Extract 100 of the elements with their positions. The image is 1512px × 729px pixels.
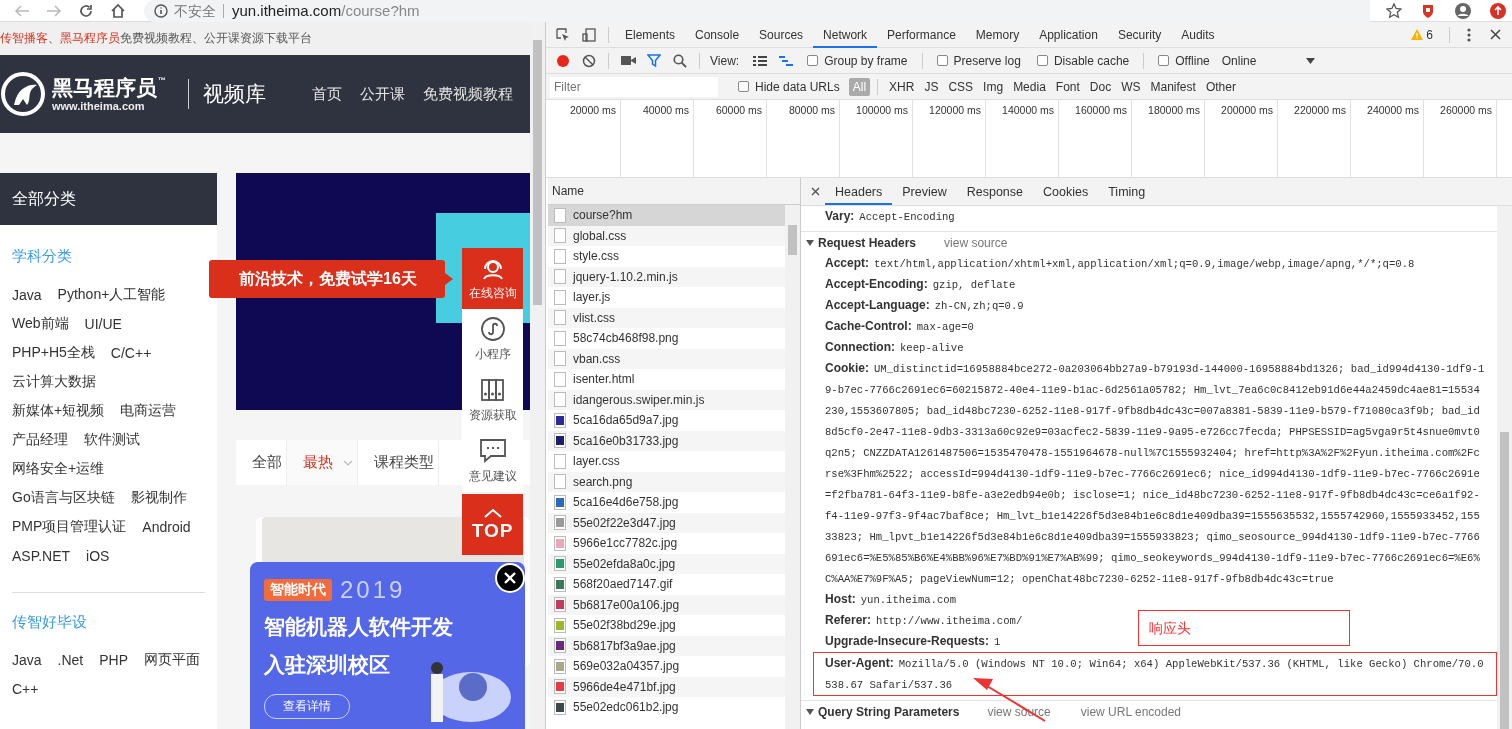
category-link[interactable]: PHP+H5全栈 bbox=[12, 343, 95, 362]
category-link[interactable]: Python+人工智能 bbox=[57, 285, 166, 304]
checkbox-label[interactable]: Offline bbox=[1175, 53, 1210, 68]
throttle-select[interactable]: Online bbox=[1221, 53, 1257, 68]
type-filter-button[interactable]: Doc bbox=[1085, 77, 1116, 96]
checkbox-label[interactable]: Group by frame bbox=[824, 53, 908, 68]
type-filter-button[interactable]: Img bbox=[979, 77, 1008, 96]
nav-link[interactable]: 免费视频教程 bbox=[423, 84, 513, 104]
checkbox-label[interactable]: Preserve log bbox=[953, 53, 1021, 68]
section-link[interactable]: view URL encoded bbox=[1080, 704, 1182, 719]
request-row[interactable]: 5ca16da65d9a7.jpg bbox=[548, 410, 785, 431]
type-filter-button[interactable]: Media bbox=[1009, 77, 1050, 96]
devtools-tab[interactable]: Console bbox=[685, 22, 750, 48]
section-title[interactable]: Query String Parameters bbox=[818, 704, 960, 719]
request-row[interactable]: global.css bbox=[548, 225, 785, 246]
category-link[interactable]: 产品经理 bbox=[12, 430, 68, 449]
extension-icon[interactable] bbox=[1420, 2, 1436, 19]
type-filter-button[interactable]: XHR bbox=[885, 77, 919, 96]
devtools-tab[interactable]: Audits bbox=[1171, 22, 1225, 48]
nav-link[interactable]: 首页 bbox=[312, 84, 342, 104]
star-icon[interactable] bbox=[1386, 2, 1402, 19]
category-link[interactable]: 网络安全+运维 bbox=[12, 459, 105, 478]
back-to-top-button[interactable]: TOP bbox=[462, 494, 523, 555]
avatar-icon[interactable] bbox=[1454, 1, 1472, 20]
category-link[interactable]: PMP项目管理认证 bbox=[12, 517, 127, 536]
category-link[interactable]: C/C++ bbox=[110, 344, 152, 361]
category-link[interactable]: 影视制作 bbox=[130, 488, 187, 507]
category-link[interactable]: Java bbox=[12, 286, 42, 303]
devtools-tab[interactable]: Security bbox=[1107, 22, 1172, 48]
category-link[interactable]: .Net bbox=[57, 651, 84, 668]
sort-tab[interactable]: 最热 bbox=[287, 440, 358, 485]
devtools-tab[interactable]: Sources bbox=[749, 22, 814, 48]
request-row[interactable]: style.css bbox=[548, 246, 785, 267]
request-row[interactable]: course?hm bbox=[548, 205, 785, 226]
category-link[interactable]: iOS bbox=[86, 547, 110, 564]
checkbox[interactable] bbox=[1158, 55, 1170, 66]
category-link[interactable]: 新媒体+短视频 bbox=[12, 401, 105, 420]
devtools-tab[interactable]: Elements bbox=[615, 22, 686, 48]
category-link[interactable]: C++ bbox=[12, 680, 39, 697]
checkbox-label[interactable]: Disable cache bbox=[1053, 53, 1130, 68]
request-row[interactable]: 569e032a04357.jpg bbox=[548, 656, 785, 677]
request-row[interactable]: 5b6817bf3a9ae.jpg bbox=[548, 635, 785, 656]
detail-tab[interactable]: Response bbox=[956, 178, 1033, 205]
request-row[interactable]: layer.js bbox=[548, 287, 785, 308]
request-row[interactable]: 5966de4e471bf.jpg bbox=[548, 676, 785, 697]
request-row[interactable]: layer.css bbox=[548, 451, 785, 472]
side-menu-button[interactable]: 在线咨询 bbox=[462, 248, 523, 309]
checkbox[interactable] bbox=[1036, 55, 1048, 66]
category-link[interactable]: 电商运营 bbox=[120, 401, 177, 420]
devtools-tab[interactable]: Memory bbox=[965, 22, 1030, 48]
request-row[interactable]: vban.css bbox=[548, 348, 785, 369]
category-link[interactable]: ASP.NET bbox=[12, 547, 71, 564]
request-row[interactable]: 5ca16e4d6e758.jpg bbox=[548, 492, 785, 513]
request-row[interactable]: 5b6817e00a106.jpg bbox=[548, 594, 785, 615]
ad-details-button[interactable]: 查看详情 bbox=[264, 694, 350, 719]
request-row[interactable]: jquery-1.10.2.min.js bbox=[548, 266, 785, 287]
request-row[interactable]: 55e02efda8a0c.jpg bbox=[548, 553, 785, 574]
devtools-tab[interactable]: Application bbox=[1029, 22, 1108, 48]
dropdown-caret-icon[interactable] bbox=[1306, 57, 1316, 64]
disclosure-triangle-icon[interactable] bbox=[806, 238, 814, 247]
detail-tab[interactable]: Cookies bbox=[1033, 178, 1099, 205]
update-icon[interactable] bbox=[1490, 2, 1506, 19]
request-row[interactable]: 58c74cb468f98.png bbox=[548, 328, 785, 349]
detail-tab[interactable]: Timing bbox=[1098, 178, 1156, 205]
devtools-tab[interactable]: Performance bbox=[877, 22, 966, 48]
request-row[interactable]: idangerous.swiper.min.js bbox=[548, 389, 785, 410]
type-filter-button[interactable]: Other bbox=[1201, 77, 1240, 96]
category-link[interactable]: Web前端 bbox=[12, 314, 69, 333]
category-link[interactable]: UI/UE bbox=[84, 315, 122, 332]
checkbox-label[interactable]: Hide data URLs bbox=[755, 79, 840, 94]
request-row[interactable]: search.png bbox=[548, 471, 785, 492]
request-row[interactable]: 55e02f38bd29e.jpg bbox=[548, 615, 785, 636]
url-text[interactable]: yun.itheima.com/course?hm bbox=[232, 2, 420, 19]
disclosure-triangle-icon[interactable] bbox=[806, 707, 814, 716]
category-link[interactable]: 云计算大数据 bbox=[12, 372, 96, 391]
info-icon[interactable] bbox=[154, 3, 168, 18]
request-row[interactable]: 5966e1cc7782c.jpg bbox=[548, 533, 785, 554]
request-row[interactable]: isenter.html bbox=[548, 369, 785, 390]
checkbox[interactable] bbox=[807, 55, 819, 66]
filter-field[interactable]: Filter bbox=[550, 76, 718, 97]
request-row[interactable]: 55e02f22e3d47.jpg bbox=[548, 512, 785, 533]
checkbox[interactable] bbox=[936, 55, 948, 66]
category-link[interactable]: Java bbox=[12, 651, 42, 668]
nav-link[interactable]: 公开课 bbox=[360, 84, 405, 104]
checkbox[interactable] bbox=[738, 81, 749, 92]
type-filter-button[interactable]: Font bbox=[1051, 77, 1084, 96]
category-link[interactable]: Go语言与区块链 bbox=[12, 488, 115, 507]
detail-tab[interactable]: Headers bbox=[825, 178, 893, 205]
request-row[interactable]: 568f20aed7147.gif bbox=[548, 574, 785, 595]
section-link[interactable]: view source bbox=[944, 235, 1008, 250]
type-filter-button[interactable]: Manifest bbox=[1146, 77, 1200, 96]
category-link[interactable]: 软件测试 bbox=[84, 430, 140, 449]
category-link[interactable]: Android bbox=[142, 518, 191, 535]
category-link[interactable]: PHP bbox=[99, 651, 129, 668]
detail-tab[interactable]: Preview bbox=[892, 178, 957, 205]
type-filter-button[interactable]: WS bbox=[1117, 77, 1145, 96]
sort-tab[interactable]: 课程类型 bbox=[358, 440, 439, 485]
request-row[interactable]: vlist.css bbox=[548, 307, 785, 328]
section-title[interactable]: Request Headers bbox=[818, 235, 917, 250]
address-bar[interactable]: 不安全 yun.itheima.com/course?hm bbox=[144, 0, 1370, 22]
